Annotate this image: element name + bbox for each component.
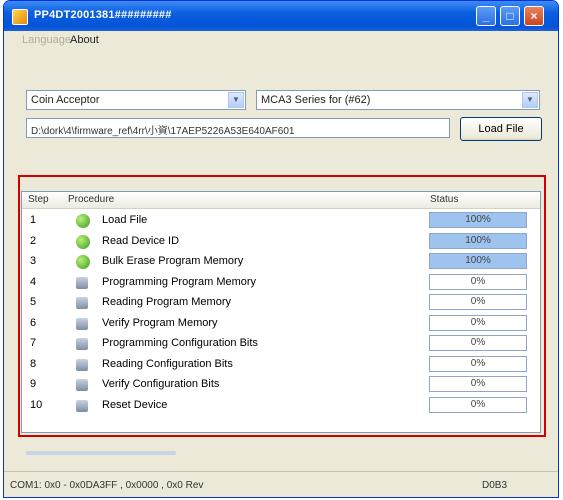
chevron-down-icon[interactable]: ▼ — [522, 92, 538, 108]
device-type-select[interactable]: Coin Acceptor ▼ — [26, 90, 246, 110]
menu-language: Language — [22, 34, 71, 46]
app-icon — [12, 9, 28, 25]
status-port-info: COM1: 0x0 - 0x0DA3FF , 0x0000 , 0x0 Rev — [10, 480, 204, 491]
device-model-value: MCA3 Series for (#62) — [261, 94, 371, 106]
close-button[interactable]: × — [524, 6, 544, 26]
programmer-window: PP4DT2001381######### _ □ × Language Abo… — [3, 0, 559, 498]
maximize-button[interactable]: □ — [500, 6, 520, 26]
highlight-box — [18, 175, 546, 437]
progress-bar — [26, 451, 176, 455]
load-file-button[interactable]: Load File — [460, 117, 542, 141]
file-path-value: D:\dork\4\firmware_ref\4rr\小資\17AEP5226A… — [31, 126, 295, 137]
minimize-button[interactable]: _ — [476, 6, 496, 26]
title-bar[interactable]: PP4DT2001381######### _ □ × — [4, 1, 558, 31]
chevron-down-icon[interactable]: ▼ — [228, 92, 244, 108]
device-type-value: Coin Acceptor — [31, 94, 100, 106]
menu-about[interactable]: About — [70, 34, 99, 46]
status-device-code: D0B3 — [482, 480, 508, 491]
window-title: PP4DT2001381######### — [34, 9, 172, 21]
status-bar: COM1: 0x0 - 0x0DA3FF , 0x0000 , 0x0 Rev … — [4, 471, 558, 497]
file-path-field[interactable]: D:\dork\4\firmware_ref\4rr\小資\17AEP5226A… — [26, 118, 450, 138]
menu-bar: Language About — [4, 31, 558, 51]
device-model-select[interactable]: MCA3 Series for (#62) ▼ — [256, 90, 540, 110]
